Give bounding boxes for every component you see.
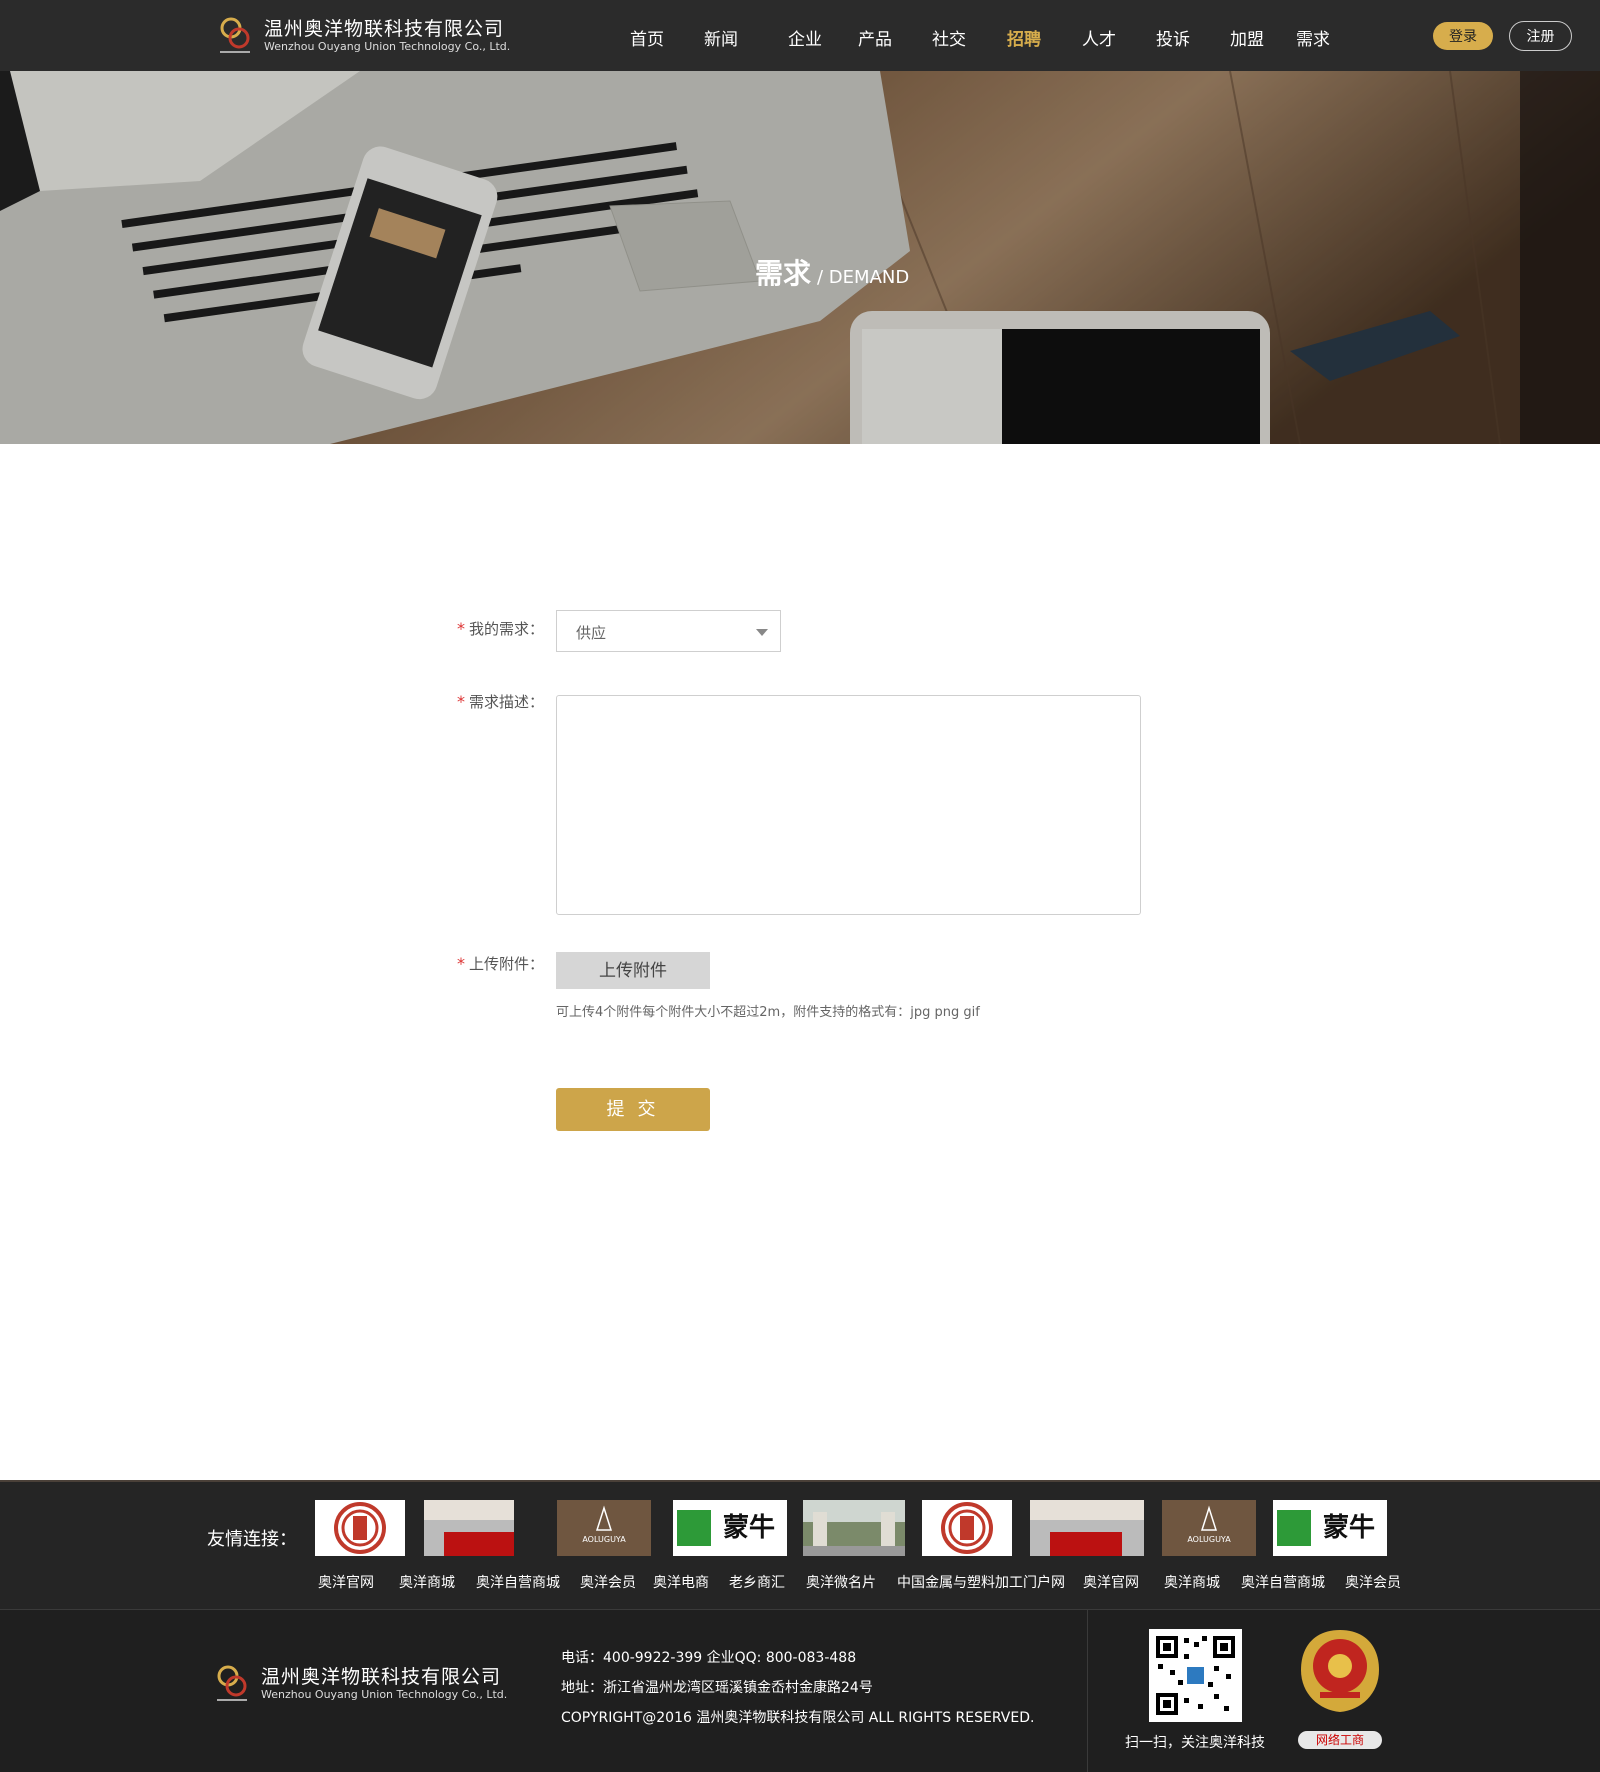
nav-enterprise[interactable]: 企业 (788, 25, 822, 50)
friend-link[interactable]: 奥洋官网 (1083, 1572, 1139, 1592)
mengniu-logo[interactable]: 蒙牛 (1273, 1500, 1387, 1556)
friend-link[interactable]: 奥洋微名片 (806, 1572, 876, 1592)
banner-title-en: / DEMAND (817, 267, 910, 288)
footer-divider (1087, 1610, 1088, 1772)
banner-photo-logo[interactable] (1030, 1500, 1144, 1556)
red-seal-logo[interactable] (315, 1500, 405, 1556)
svg-text:AOLUGUYA: AOLUGUYA (582, 1535, 626, 1544)
friend-link[interactable]: 奥洋商城 (399, 1572, 455, 1592)
upload-hint: 可上传4个附件每个附件大小不超过2m，附件支持的格式有：jpg png gif (556, 1005, 980, 1020)
company-logo[interactable]: 温州奥洋物联科技有限公司 Wenzhou Ouyang Union Techno… (218, 14, 510, 58)
emblem-caption[interactable]: 网络工商 (1298, 1731, 1382, 1749)
qr-caption: 扫一扫，关注奥洋科技 (1125, 1735, 1265, 1751)
demand-type-select[interactable]: 供应 (556, 610, 781, 652)
nav-news[interactable]: 新闻 (704, 25, 738, 50)
svg-text:AOLUGUYA: AOLUGUYA (1187, 1535, 1231, 1544)
friend-links-bar: 友情连接： AOLUGUYA 蒙牛 AOLUGUYA 蒙牛 奥洋官网 奥洋商城 … (0, 1480, 1600, 1609)
chevron-down-icon (756, 629, 768, 636)
attachment-label: * 上传附件： (457, 954, 545, 973)
nav-talent[interactable]: 人才 (1082, 25, 1116, 50)
footer-company-en: Wenzhou Ouyang Union Technology Co., Ltd… (261, 1688, 508, 1701)
copyright: COPYRIGHT@2016 温州奥洋物联科技有限公司 ALL RIGHTS R… (561, 1710, 1035, 1726)
friend-link[interactable]: 奥洋自营商城 (476, 1572, 560, 1592)
red-seal-logo[interactable] (922, 1500, 1012, 1556)
page-banner: 需求 / DEMAND (0, 71, 1600, 444)
friend-link[interactable]: 奥洋电商 (653, 1572, 709, 1592)
site-footer: 温州奥洋物联科技有限公司 Wenzhou Ouyang Union Techno… (0, 1609, 1600, 1772)
login-button[interactable]: 登录 (1433, 22, 1493, 50)
required-mark: * (457, 954, 465, 973)
qr-code-icon (1149, 1629, 1242, 1722)
friend-link[interactable]: 奥洋会员 (1345, 1572, 1401, 1592)
nav-complaint[interactable]: 投诉 (1156, 25, 1190, 50)
description-textarea[interactable] (556, 695, 1141, 915)
company-name-cn: 温州奥洋物联科技有限公司 (264, 18, 505, 40)
aoluguya-logo[interactable]: AOLUGUYA (557, 1500, 651, 1556)
aoluguya-logo[interactable]: AOLUGUYA (1162, 1500, 1256, 1556)
friend-link[interactable]: 老乡商汇 (729, 1572, 785, 1592)
contact-address: 地址：浙江省温州龙湾区瑶溪镇金岙村金康路24号 (561, 1680, 873, 1696)
top-header: 温州奥洋物联科技有限公司 Wenzhou Ouyang Union Techno… (0, 0, 1600, 71)
upload-attachment-button[interactable]: 上传附件 (556, 952, 710, 989)
friend-link[interactable]: 中国金属与塑料加工门户网 (897, 1572, 1065, 1592)
submit-button[interactable]: 提 交 (556, 1088, 710, 1131)
required-mark: * (457, 692, 465, 711)
friend-link[interactable]: 奥洋自营商城 (1241, 1572, 1325, 1592)
friend-link[interactable]: 奥洋官网 (318, 1572, 374, 1592)
nav-demand[interactable]: 需求 (1296, 25, 1330, 50)
logo-mark-icon (218, 14, 252, 58)
footer-company-cn: 温州奥洋物联科技有限公司 (261, 1666, 502, 1688)
friend-link[interactable]: 奥洋会员 (580, 1572, 636, 1592)
svg-text:蒙牛: 蒙牛 (723, 1513, 775, 1543)
description-label: * 需求描述： (457, 692, 545, 711)
friend-link[interactable]: 奥洋商城 (1164, 1572, 1220, 1592)
emblem-icon[interactable] (1295, 1626, 1385, 1716)
footer-logo[interactable]: 温州奥洋物联科技有限公司 Wenzhou Ouyang Union Techno… (215, 1662, 507, 1706)
company-name-en: Wenzhou Ouyang Union Technology Co., Ltd… (264, 40, 511, 53)
friend-links-title: 友情连接： (207, 1529, 297, 1550)
banner-photo-logo[interactable] (424, 1500, 514, 1556)
nav-social[interactable]: 社交 (932, 25, 966, 50)
demand-type-value: 供应 (576, 624, 607, 642)
contact-phone: 电话：400-9922-399 企业QQ: 800-083-488 (561, 1650, 857, 1666)
mengniu-logo[interactable]: 蒙牛 (673, 1500, 787, 1556)
svg-text:蒙牛: 蒙牛 (1323, 1513, 1375, 1543)
nav-recruit[interactable]: 招聘 (1007, 25, 1041, 50)
logo-mark-icon (215, 1662, 249, 1706)
nav-home[interactable]: 首页 (630, 25, 664, 50)
gate-photo-logo[interactable] (803, 1500, 905, 1556)
demand-type-label: * 我的需求： (457, 619, 545, 638)
nav-franchise[interactable]: 加盟 (1230, 25, 1264, 50)
banner-title-cn: 需求 (755, 257, 812, 290)
banner-title: 需求 / DEMAND (755, 252, 909, 292)
nav-products[interactable]: 产品 (858, 25, 892, 50)
required-mark: * (457, 619, 465, 638)
register-button[interactable]: 注册 (1509, 21, 1572, 51)
